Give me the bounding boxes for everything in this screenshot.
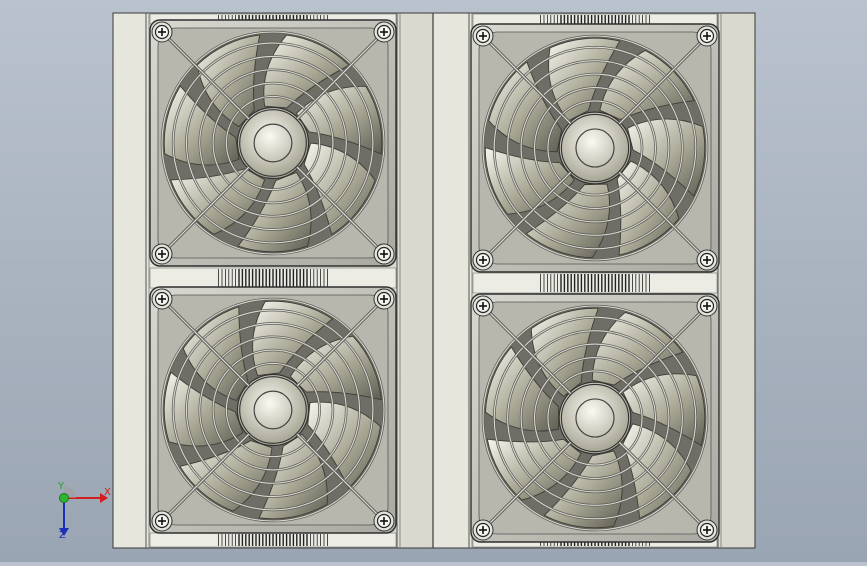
coordinate-triad: X Y Z <box>48 482 118 546</box>
model-viewport[interactable]: X Y Z <box>0 0 867 562</box>
screw-icon <box>696 249 718 271</box>
screw-icon <box>696 25 718 47</box>
fan-array-model[interactable] <box>0 0 867 562</box>
fan-bottom-left[interactable] <box>149 286 397 534</box>
screw-icon <box>472 249 494 271</box>
screw-icon <box>373 243 395 265</box>
screw-icon <box>472 519 494 541</box>
screw-icon <box>373 510 395 532</box>
screw-icon <box>151 288 173 310</box>
fan-hub-cap <box>239 109 307 177</box>
screw-icon <box>373 21 395 43</box>
screw-icon <box>696 295 718 317</box>
axis-z-label: Z <box>59 530 66 541</box>
screw-icon <box>373 288 395 310</box>
fan-bottom-right[interactable] <box>470 293 720 543</box>
fan-top-left[interactable] <box>149 19 397 267</box>
fan-hub-cap <box>239 376 307 444</box>
screw-icon <box>151 21 173 43</box>
screw-icon <box>151 510 173 532</box>
screw-icon <box>151 243 173 265</box>
axis-y-label: Y <box>58 481 65 492</box>
fan-top-right[interactable] <box>470 23 720 273</box>
screw-icon <box>472 295 494 317</box>
screw-icon <box>472 25 494 47</box>
fan-hub-cap <box>560 383 630 453</box>
fan-hub-cap <box>560 113 630 183</box>
screw-icon <box>696 519 718 541</box>
axis-x-label: X <box>104 487 111 498</box>
